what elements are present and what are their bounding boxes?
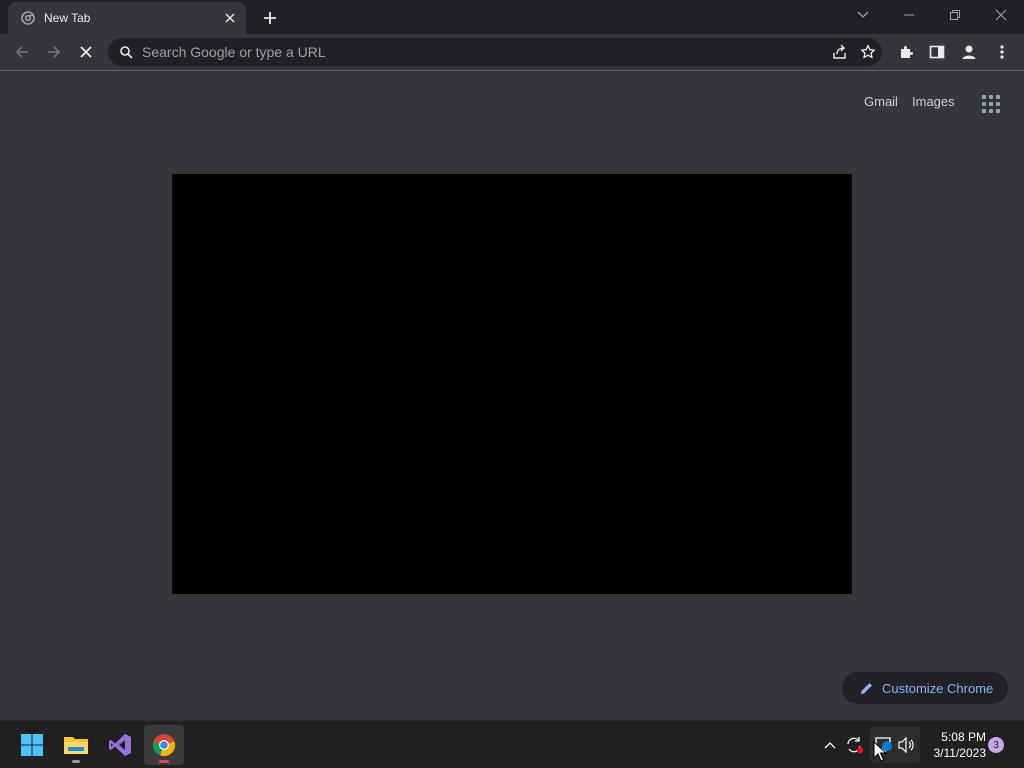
chrome-app-icon [153,734,176,757]
system-clock[interactable]: 5:08 PM 3/11/2023 [924,729,987,761]
share-icon[interactable] [826,38,854,66]
minimize-icon[interactable] [886,0,932,30]
google-chrome-button[interactable] [144,725,184,765]
windows-logo-icon [21,734,43,756]
tab-strip: New Tab [0,0,1024,34]
visual-studio-icon [109,734,131,756]
side-panel-icon[interactable] [923,38,951,66]
close-icon[interactable] [978,0,1024,30]
omnibox-input[interactable] [142,44,826,60]
arrow-left-icon[interactable] [8,38,36,66]
network-volume-group[interactable] [870,727,920,763]
stop-loading-icon[interactable] [72,38,100,66]
kebab-menu-icon[interactable] [988,38,1016,66]
taskbar: 5:08 PM 3/11/2023 3 [0,720,1024,768]
windows-start-button[interactable] [12,725,52,765]
chevron-up-icon[interactable] [818,733,842,757]
sync-icon[interactable] [842,733,866,757]
new-tab-page: Gmail Images Customize Chrome [0,71,1024,720]
tab-search-icon[interactable] [840,0,886,30]
network-icon [875,737,892,752]
arrow-right-icon[interactable] [40,38,68,66]
star-icon[interactable] [854,38,882,66]
loading-content-area [172,174,852,594]
clock-date: 3/11/2023 [933,746,987,760]
customize-chrome-button[interactable]: Customize Chrome [842,672,1008,704]
clock-time: 5:08 PM [941,730,986,744]
images-link[interactable]: Images [912,94,955,109]
chrome-icon [20,10,36,26]
gmail-link[interactable]: Gmail [864,94,898,109]
tab-new-tab[interactable]: New Tab [8,2,246,34]
restore-icon[interactable] [932,0,978,30]
visual-studio-button[interactable] [100,725,140,765]
tab-close-icon[interactable] [220,8,240,28]
browser-toolbar [0,34,1024,71]
apps-grid-icon[interactable] [976,89,1004,117]
omnibox[interactable] [108,38,882,66]
customize-chrome-label: Customize Chrome [882,680,994,696]
pencil-icon [858,680,874,696]
file-explorer-button[interactable] [56,725,96,765]
new-tab-button[interactable] [258,6,282,30]
volume-icon [898,737,914,753]
search-icon [118,44,134,60]
folder-icon [64,737,88,754]
tab-title: New Tab [44,11,91,25]
puzzle-icon[interactable] [892,38,920,66]
notification-badge[interactable]: 3 [988,737,1004,753]
profile-icon[interactable] [955,38,983,66]
